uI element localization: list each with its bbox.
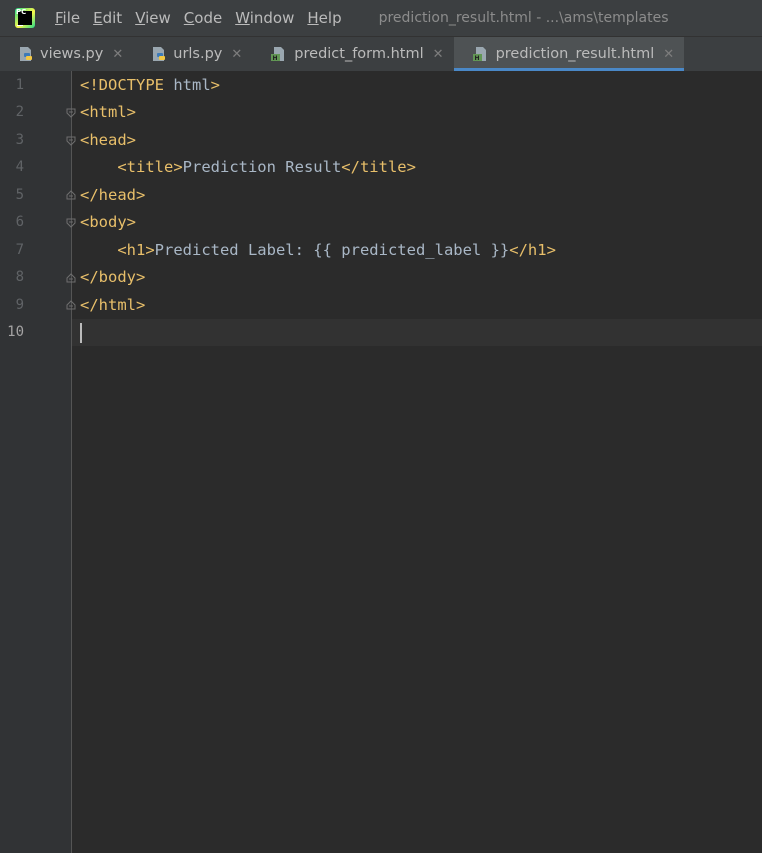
code-line[interactable]: <title>Prediction Result</title> [80,154,416,181]
line-number: 4 [15,159,24,175]
current-line-highlight [72,319,762,346]
line-number: 1 [15,77,24,93]
line-number: 3 [15,132,24,148]
pycharm-logo-icon[interactable]: PC [15,8,35,28]
code-line[interactable]: </head> [80,182,145,209]
menu-view[interactable]: View [135,9,171,27]
html-file-icon: H [270,46,288,62]
code-tag: </html> [80,296,146,314]
code-editor[interactable]: 1 2 3 4 5 6 7 8 9 10 <!DOCTYPE html> <ht… [0,71,762,853]
line-number-current: 10 [7,324,24,340]
code-text: Predicted Label: {{ predicted_label }} [154,241,510,259]
tab-label: predict_form.html [294,46,424,62]
code-line[interactable]: <!DOCTYPE html> [80,72,220,99]
svg-text:H: H [273,55,278,62]
python-file-icon [18,46,34,62]
code-tag: <html> [80,103,136,121]
tab-urls-py[interactable]: urls.py ✕ [133,37,252,71]
code-tag: <h1> [80,241,155,259]
code-line[interactable]: <html> [80,99,136,126]
close-icon[interactable]: ✕ [112,47,123,62]
menu-file[interactable]: File [55,9,80,27]
close-icon[interactable]: ✕ [663,47,674,62]
code-tag: </head> [80,186,146,204]
fold-open-icon[interactable] [66,136,76,146]
code-line[interactable]: <head> [80,127,136,154]
tab-label: urls.py [173,46,223,62]
fold-close-icon[interactable] [66,190,76,200]
title-bar: PC File Edit View Code Window Help predi… [0,0,762,36]
code-line[interactable]: <h1>Predicted Label: {{ predicted_label … [80,237,556,264]
fold-open-icon[interactable] [66,218,76,228]
tab-label: prediction_result.html [495,46,655,62]
fold-close-icon[interactable] [66,300,76,310]
fold-open-icon[interactable] [66,108,76,118]
line-number-gutter: 1 2 3 4 5 6 7 8 9 10 [0,71,72,853]
code-text: Prediction Result [182,158,342,176]
code-tag: </title> [341,158,416,176]
text-caret [80,323,82,343]
tab-label: views.py [40,46,104,62]
code-line[interactable]: <body> [80,209,136,236]
tab-predict-form-html[interactable]: H predict_form.html ✕ [252,37,453,71]
line-number: 5 [15,187,24,203]
svg-text:H: H [474,55,479,62]
code-tag: </h1> [509,241,556,259]
editor-tab-bar: views.py ✕ urls.py ✕ H predict_form.html… [0,36,762,71]
menu-help[interactable]: Help [307,9,341,27]
code-line[interactable]: </body> [80,264,145,291]
code-tag: <!DOCTYPE [80,76,164,94]
code-tag: <body> [80,213,136,231]
html-file-icon: H [472,46,490,62]
close-icon[interactable]: ✕ [433,47,444,62]
window-title: prediction_result.html - ...\ams\templat… [378,10,669,26]
code-text: html [164,76,211,94]
code-tag: <title> [80,158,183,176]
menu-code[interactable]: Code [184,9,222,27]
tab-views-py[interactable]: views.py ✕ [0,37,133,71]
code-tag: <head> [80,131,136,149]
line-number: 6 [15,214,24,230]
close-icon[interactable]: ✕ [231,47,242,62]
line-number: 7 [15,242,24,258]
python-file-icon [151,46,167,62]
code-tag: </body> [80,268,146,286]
fold-close-icon[interactable] [66,273,76,283]
menu-window[interactable]: Window [235,9,294,27]
menu-edit[interactable]: Edit [93,9,122,27]
line-number: 8 [15,269,24,285]
line-number: 2 [15,104,24,120]
tab-prediction-result-html[interactable]: H prediction_result.html ✕ [453,37,685,71]
code-tag: > [210,76,221,94]
code-line[interactable]: </html> [80,292,145,319]
line-number: 9 [15,297,24,313]
